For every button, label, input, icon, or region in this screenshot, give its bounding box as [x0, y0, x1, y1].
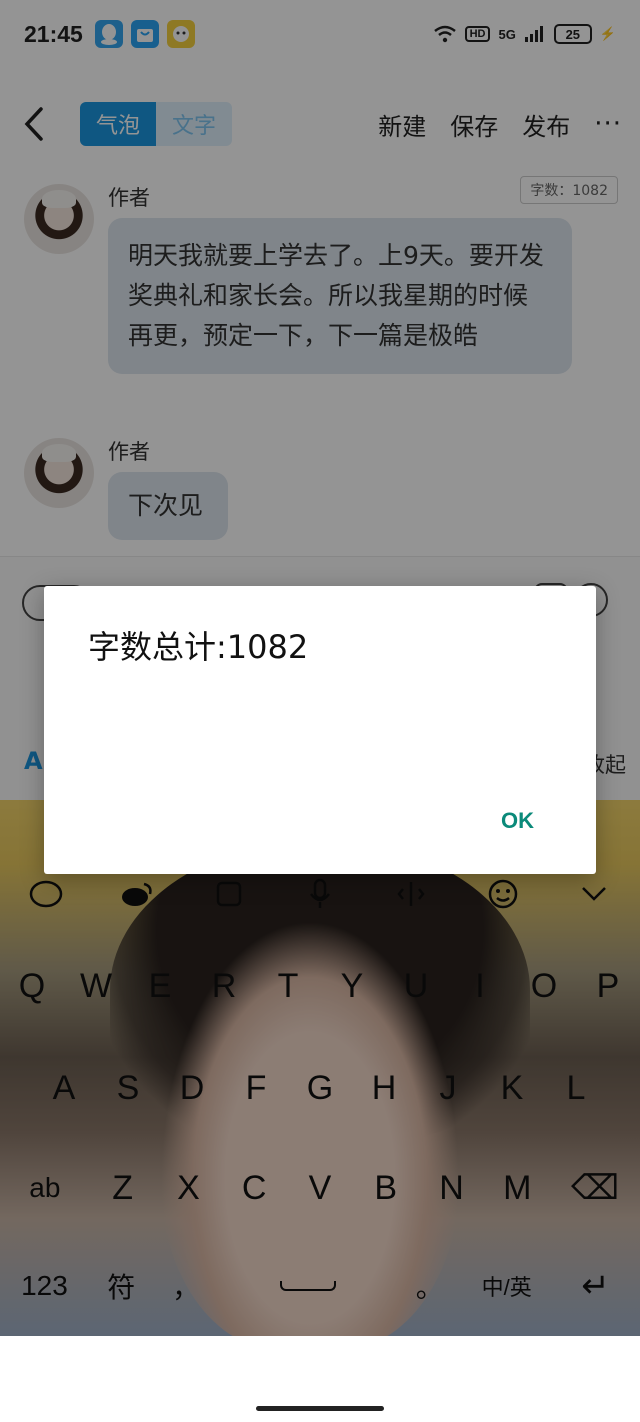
dialog-message: 字数总计:1082	[88, 628, 309, 666]
home-gesture-bar[interactable]	[256, 1406, 384, 1411]
word-count-dialog: 字数总计:1082 OK	[44, 586, 596, 874]
ok-button[interactable]: OK	[501, 808, 534, 834]
